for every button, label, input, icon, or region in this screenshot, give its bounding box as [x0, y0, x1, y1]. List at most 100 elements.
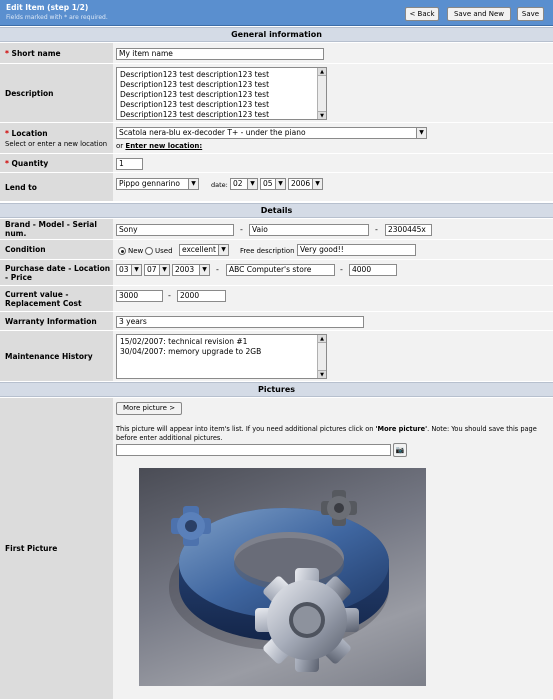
lend-month-select[interactable]: 05 ▼: [260, 178, 286, 190]
purchase-price-input[interactable]: 4000: [349, 264, 397, 276]
lend-to-person-value: Pippo gennarino: [119, 179, 180, 188]
picture-file-input[interactable]: [116, 444, 391, 456]
maintenance-label: Maintenance History: [0, 331, 113, 382]
warranty-label: Warranty Information: [0, 312, 113, 331]
description-label: Description: [0, 64, 113, 123]
description-scrollbar[interactable]: ▲ ▼: [317, 68, 326, 119]
chevron-down-icon: ▼: [312, 179, 322, 189]
condition-used-radio[interactable]: [145, 247, 153, 255]
condition-grade-select[interactable]: excellent ▼: [179, 244, 229, 256]
location-label: * Location Select or enter a new locatio…: [0, 123, 113, 154]
scroll-down-icon[interactable]: ▼: [318, 370, 326, 378]
location-hint: Select or enter a new location: [5, 139, 108, 148]
section-general-information: General information: [0, 27, 553, 42]
purchase-location-input[interactable]: ABC Computer's store: [226, 264, 335, 276]
quantity-cell: [113, 154, 553, 173]
maintenance-scrollbar[interactable]: ▲ ▼: [317, 335, 326, 378]
quantity-label: * Quantity: [0, 154, 113, 173]
condition-used-label: Used: [155, 247, 173, 255]
description-line: Description123 test description123 test: [120, 70, 270, 79]
current-value-input[interactable]: 3000: [116, 290, 163, 302]
lend-year-value: 2006: [291, 179, 311, 188]
model-input[interactable]: Vaio: [249, 224, 369, 236]
lend-date-label: date:: [211, 181, 228, 189]
free-description-label: Free description: [240, 247, 295, 255]
short-name-input[interactable]: My item name: [116, 48, 324, 60]
brand-input[interactable]: Sony: [116, 224, 234, 236]
lend-to-label-text: Lend to: [5, 182, 37, 192]
quantity-label-text: Quantity: [11, 158, 49, 168]
condition-grade-value: excellent: [182, 245, 217, 254]
enter-new-location-link[interactable]: Enter new location:: [125, 142, 202, 150]
location-select-value: Scatola nera-blu ex-decoder T+ - under t…: [119, 128, 306, 137]
description-line: Description123 test description123 test: [120, 80, 270, 89]
lend-day-value: 02: [233, 179, 243, 188]
gear-ring-image: [169, 490, 389, 672]
section-pictures: Pictures: [0, 382, 553, 397]
picture-info-2: . Note: You should save this page: [427, 425, 537, 433]
description-label-text: Description: [5, 88, 54, 98]
save-button[interactable]: Save: [517, 7, 544, 21]
maintenance-line: 15/02/2007: technical revision #1: [120, 337, 248, 346]
browse-file-button[interactable]: 📷: [393, 443, 407, 457]
value-separator: -: [168, 291, 171, 300]
maintenance-line: 30/04/2007: memory upgrade to 2GB: [120, 347, 262, 356]
description-line: Description123 test description123 test: [120, 100, 270, 109]
free-description-input[interactable]: Very good!!: [297, 244, 416, 256]
chevron-down-icon: ▼: [218, 245, 228, 255]
description-text: Description123 test description123 test D…: [120, 70, 323, 119]
replacement-cost-input[interactable]: 2000: [177, 290, 226, 302]
save-and-new-button[interactable]: Save and New: [447, 7, 511, 21]
chevron-down-icon: ▼: [159, 265, 169, 275]
purchase-day-select[interactable]: 03 ▼: [116, 264, 142, 276]
picture-info-1: This picture will appear into item's lis…: [116, 425, 376, 433]
brand-label: Brand - Model - Serial num.: [0, 219, 113, 240]
lend-year-select[interactable]: 2006 ▼: [288, 178, 323, 190]
section-details: Details: [0, 203, 553, 218]
description-textarea[interactable]: Description123 test description123 test D…: [116, 67, 327, 120]
picture-info-text: This picture will appear into item's lis…: [116, 425, 551, 443]
value-label: Current value - Replacement Cost: [0, 286, 113, 312]
lend-month-value: 05: [263, 179, 273, 188]
lend-day-select[interactable]: 02 ▼: [230, 178, 258, 190]
purchase-day-value: 03: [119, 265, 129, 274]
scroll-down-icon[interactable]: ▼: [318, 111, 326, 119]
first-picture-label-text: First Picture: [5, 544, 58, 553]
lend-to-person-select[interactable]: Pippo gennarino ▼: [116, 178, 199, 190]
serial-input[interactable]: 2300445x: [385, 224, 432, 236]
back-button[interactable]: < Back: [405, 7, 439, 21]
location-or-text: or Enter new location:: [116, 142, 202, 150]
first-picture-label: First Picture: [0, 398, 113, 700]
scroll-up-icon[interactable]: ▲: [318, 335, 326, 343]
file-browse-icon: 📷: [395, 446, 405, 454]
description-line: Description123 test description123 test: [120, 110, 270, 119]
quantity-input[interactable]: 1: [116, 158, 143, 170]
description-line: Description123 test description123 test: [120, 90, 270, 99]
maintenance-textarea[interactable]: 15/02/2007: technical revision #1 30/04/2…: [116, 334, 327, 379]
short-name-label: * Short name: [0, 43, 113, 64]
more-picture-button[interactable]: More picture >: [116, 402, 182, 415]
brand-label-text: Brand - Model - Serial num.: [5, 220, 97, 238]
purchase-year-select[interactable]: 2003 ▼: [172, 264, 210, 276]
purchase-year-value: 2003: [175, 265, 195, 274]
condition-label: Condition: [0, 240, 113, 260]
condition-label-text: Condition: [5, 245, 46, 254]
purchase-month-value: 07: [147, 265, 157, 274]
price-separator: -: [340, 265, 343, 274]
purchase-month-select[interactable]: 07 ▼: [144, 264, 170, 276]
scroll-up-icon[interactable]: ▲: [318, 68, 326, 76]
condition-new-label: New: [128, 247, 144, 255]
lend-to-label: Lend to: [0, 173, 113, 202]
warranty-input[interactable]: 3 years: [116, 316, 364, 328]
item-picture: [139, 468, 426, 686]
location-select[interactable]: Scatola nera-blu ex-decoder T+ - under t…: [116, 127, 427, 139]
maintenance-label-text: Maintenance History: [5, 351, 93, 361]
condition-new-radio[interactable]: [118, 247, 126, 255]
purchase-label: Purchase date - Location - Price: [0, 260, 113, 286]
chevron-down-icon: ▼: [416, 128, 426, 138]
page-header: Edit Item (step 1/2) Fields marked with …: [0, 0, 553, 26]
picture-info-bold: 'More picture': [375, 425, 428, 433]
required-note: Fields marked with * are required.: [6, 14, 108, 21]
value-label-text: Current value - Replacement Cost: [5, 289, 82, 308]
purchase-label-text: Purchase date - Location - Price: [5, 263, 111, 282]
